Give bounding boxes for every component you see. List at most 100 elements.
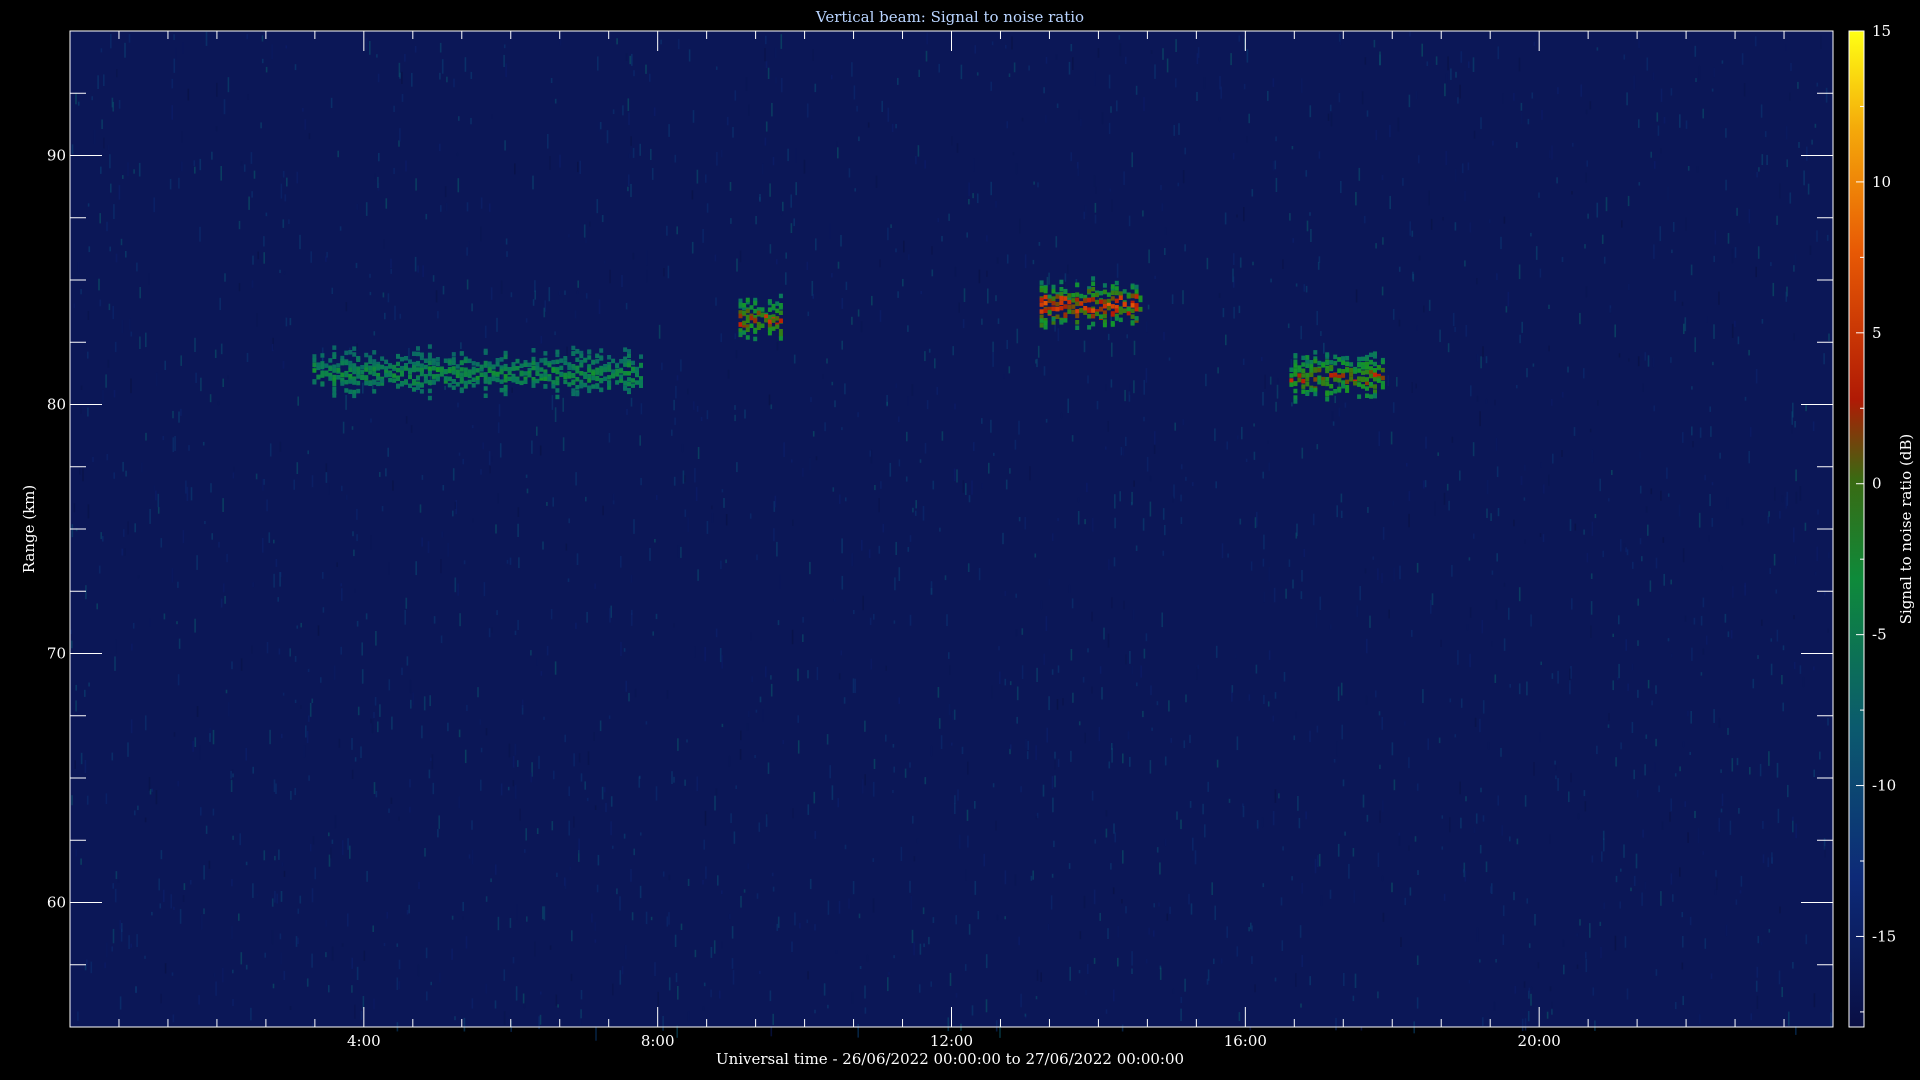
noise-cell (1771, 857, 1773, 864)
echo-cell (1134, 294, 1139, 299)
noise-cell (1689, 916, 1692, 926)
noise-cell (1111, 743, 1113, 750)
noise-cell (903, 240, 905, 253)
noise-cell (1316, 725, 1319, 733)
noise-cell (1087, 375, 1089, 384)
echo-cell (1293, 395, 1298, 400)
echo-cell (507, 376, 512, 381)
noise-cell (1735, 899, 1738, 905)
noise-cell (247, 94, 249, 100)
noise-cell (734, 90, 737, 101)
noise-cell (621, 966, 624, 975)
echo-cell (499, 369, 504, 375)
echo-cell (539, 358, 544, 363)
noise-cell (1024, 254, 1027, 269)
noise-cell (1040, 600, 1043, 610)
noise-cell (1468, 980, 1471, 984)
echo-cell (1325, 377, 1330, 382)
noise-cell (585, 293, 588, 299)
noise-cell (1364, 568, 1367, 574)
noise-cell (1272, 715, 1275, 722)
noise-cell (1207, 969, 1210, 981)
noise-cell (1262, 391, 1264, 406)
echo-cell (356, 357, 361, 362)
noise-cell (1757, 246, 1760, 259)
noise-cell (694, 949, 697, 958)
noise-cell (967, 563, 970, 572)
noise-cell (75, 92, 77, 105)
echo-cell (1357, 356, 1362, 362)
noise-cell (1670, 798, 1672, 812)
echo-cell (1353, 369, 1358, 374)
echo-cell (1361, 356, 1365, 362)
noise-cell (196, 555, 198, 570)
noise-cell (1653, 161, 1656, 169)
noise-cell (180, 355, 182, 366)
echo-cell (1122, 302, 1127, 307)
noise-cell (430, 981, 432, 986)
echo-cell (451, 379, 456, 384)
echo-cell (742, 330, 747, 335)
echo-cell (439, 367, 444, 373)
noise-cell (1162, 550, 1165, 556)
noise-cell (1361, 91, 1364, 105)
echo-cell (459, 351, 464, 356)
noise-cell (1516, 838, 1519, 845)
echo-cell (1059, 305, 1064, 311)
noise-cell (1523, 497, 1526, 501)
noise-cell (1620, 868, 1622, 872)
noise-cell (1782, 645, 1785, 651)
noise-cell (273, 779, 276, 793)
noise-cell (731, 958, 734, 969)
noise-cell (564, 734, 566, 743)
noise-cell (1185, 476, 1187, 481)
echo-cell (1095, 311, 1099, 317)
echo-cell (1099, 299, 1103, 304)
noise-cell (289, 318, 292, 326)
noise-cell (1714, 230, 1717, 245)
noise-cell (1184, 244, 1186, 252)
noise-cell (1282, 846, 1284, 851)
noise-cell (414, 256, 417, 272)
noise-cell (1261, 817, 1264, 828)
noise-cell (356, 966, 359, 980)
noise-cell (978, 568, 981, 581)
noise-cell (550, 78, 553, 83)
noise-cell (1366, 110, 1369, 117)
echo-cell (519, 380, 524, 386)
noise-cell (505, 63, 507, 78)
noise-cell (1114, 832, 1116, 843)
noise-cell (864, 985, 866, 999)
noise-cell (721, 655, 723, 669)
noise-cell (496, 610, 498, 616)
echo-cell (631, 360, 635, 366)
noise-cell (347, 913, 349, 927)
noise-cell (482, 442, 484, 450)
noise-cell (1681, 912, 1684, 918)
noise-cell (422, 265, 424, 278)
noise-cell (1496, 466, 1499, 478)
noise-cell (886, 401, 888, 406)
noise-cell (1298, 817, 1301, 829)
noise-cell (1485, 398, 1488, 404)
noise-cell (1323, 342, 1325, 354)
noise-cell (1760, 942, 1763, 946)
echo-cell (388, 364, 393, 369)
noise-cell (317, 625, 320, 636)
echo-cell (1079, 308, 1084, 313)
echo-cell (1349, 367, 1354, 373)
noise-cell (1736, 207, 1738, 216)
chart-title: Vertical beam: Signal to noise ratio (815, 8, 1084, 26)
noise-cell (902, 278, 904, 287)
noise-cell (243, 164, 246, 172)
noise-cell (740, 730, 742, 741)
noise-cell (454, 577, 457, 593)
echo-cell (1365, 365, 1369, 370)
noise-cell (948, 213, 950, 221)
echo-cell (1313, 350, 1318, 355)
noise-cell (1495, 437, 1498, 451)
noise-cell (1418, 255, 1421, 261)
noise-cell (597, 854, 600, 866)
noise-cell (1111, 747, 1113, 763)
noise-cell (1806, 146, 1808, 161)
